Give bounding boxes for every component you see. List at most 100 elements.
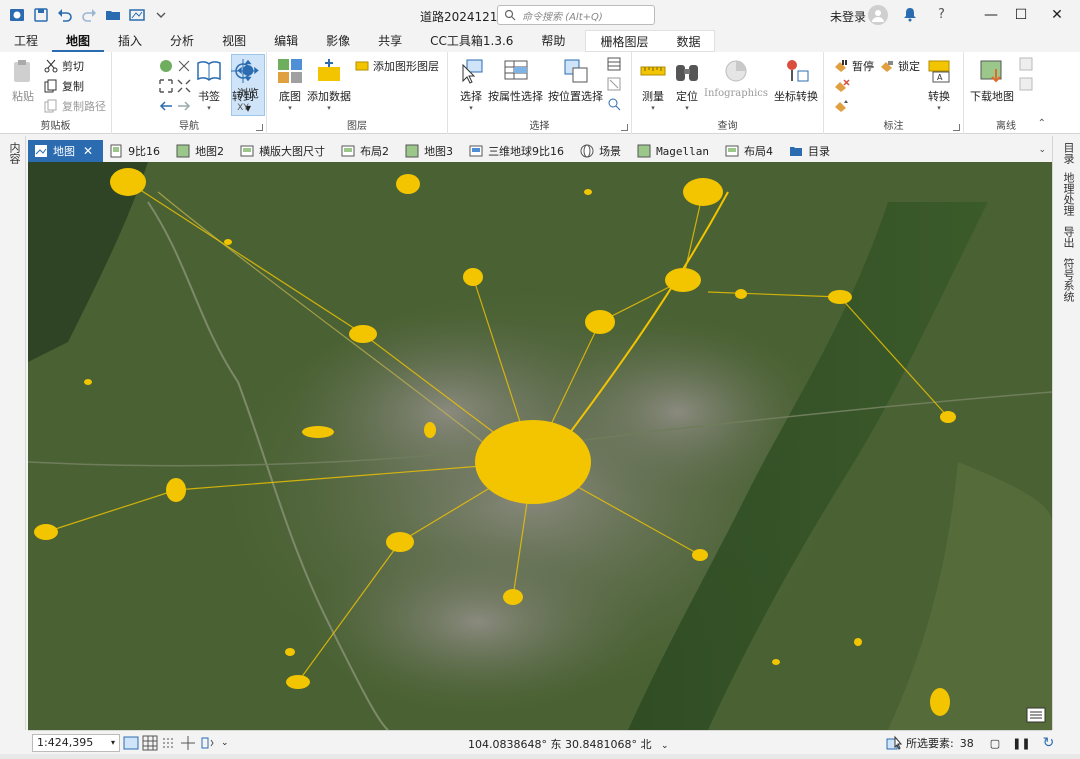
fixed-zoom-in-icon[interactable] (176, 58, 192, 74)
add-data-button[interactable]: 添加数据 ▾ (307, 56, 351, 112)
save-icon[interactable] (30, 4, 52, 26)
tab-imagery[interactable]: 影像 (312, 30, 364, 52)
unplaced-labels-icon[interactable] (834, 78, 850, 94)
pause-labeling-button[interactable]: 暂停 (834, 58, 874, 74)
doc-tab-scene[interactable]: 场景 (574, 140, 631, 162)
undo-icon[interactable] (54, 4, 76, 26)
goto-xy-button[interactable]: 转到 XY (228, 56, 258, 113)
add-graphics-layer-button[interactable]: 添加图形图层 (355, 58, 439, 74)
select-by-location-button[interactable]: 按位置选择 (548, 56, 603, 104)
sign-in-link[interactable]: 未登录 (830, 8, 866, 25)
navigate-launcher[interactable] (256, 124, 263, 131)
convert-labels-button[interactable]: A 转换 ▾ (924, 56, 954, 112)
labeling-launcher[interactable] (953, 124, 960, 131)
collapse-ribbon-icon[interactable]: ⌃ (1038, 118, 1046, 129)
contents-pane-tab[interactable]: 内容 (6, 142, 22, 164)
tab-help[interactable]: 帮助 (527, 30, 579, 52)
layout-icon (110, 144, 122, 158)
tab-raster-layer[interactable]: 栅格图层 (586, 31, 662, 53)
select-button[interactable]: 选择 ▾ (456, 56, 486, 112)
crosshair-status-icon[interactable] (180, 735, 196, 751)
rotation-icon[interactable] (199, 735, 215, 751)
zoom-to-selection-icon[interactable] (158, 78, 174, 94)
refresh-status-icon[interactable]: ▢ (990, 737, 1000, 750)
group-label-labeling: 标注 (883, 121, 904, 132)
doc-tab-map3[interactable]: 地图3 (399, 140, 463, 162)
selection-launcher[interactable] (621, 124, 628, 131)
full-extent-icon[interactable] (158, 58, 174, 74)
copy-path-button[interactable]: 复制路径 (44, 98, 106, 114)
coordinate-conversion-button[interactable]: 坐标转换 (774, 56, 818, 104)
tab-share[interactable]: 共享 (364, 30, 416, 52)
cut-button[interactable]: 剪切 (44, 58, 84, 74)
doc-tab-3d-globe[interactable]: 三维地球9比16 (463, 140, 574, 162)
map-view-icon[interactable] (126, 4, 148, 26)
window-title: 道路20241219 (420, 10, 506, 24)
scale-selector[interactable]: 1:424,395 ▾ (32, 733, 120, 752)
open-folder-icon[interactable] (102, 4, 124, 26)
doc-tab-9x16[interactable]: 9比16 (103, 140, 170, 162)
customize-qat-icon[interactable] (150, 4, 172, 26)
tab-data[interactable]: 数据 (662, 31, 714, 53)
infographics-button[interactable]: Infographics (704, 56, 768, 99)
ribbon: 粘贴 剪切 复制 复制路径 剪贴板 浏览 ▾ 书签 ▾ 转到 XY 导航 底图 … (0, 52, 1080, 134)
catalog-pane-tab[interactable]: 目录 (1060, 142, 1076, 164)
basemap-button[interactable]: 底图 ▾ (275, 56, 305, 112)
copy-button[interactable]: 复制 (44, 78, 84, 94)
sync-icon[interactable] (1018, 56, 1034, 72)
paste-button[interactable]: 粘贴 (8, 56, 38, 104)
map-units-icon[interactable] (123, 735, 139, 751)
coordinate-format-dropdown-icon[interactable]: ⌄ (661, 741, 669, 751)
binoculars-icon (676, 65, 698, 81)
doc-tab-layout2[interactable]: 布局2 (335, 140, 399, 162)
app-icon (6, 4, 28, 26)
measure-button[interactable]: 测量 ▾ (638, 56, 668, 112)
help-button[interactable]: ? (938, 7, 945, 22)
geoprocessing-pane-tab[interactable]: 地理处理 (1060, 172, 1076, 216)
refresh-map-icon[interactable]: ↻ (1043, 735, 1055, 751)
lock-labeling-button[interactable]: 锁定 (880, 58, 920, 74)
map-dock-icon[interactable] (1026, 706, 1046, 724)
remove-offline-icon[interactable] (1018, 76, 1034, 92)
export-pane-tab[interactable]: 导出 (1060, 226, 1076, 248)
doc-tab-landscape-size[interactable]: 横版大图尺寸 (234, 140, 335, 162)
attributes-icon[interactable] (606, 56, 622, 72)
tab-insert[interactable]: 插入 (104, 30, 156, 52)
zoom-to-selected-icon[interactable] (606, 96, 622, 112)
pause-drawing-icon[interactable]: ❚❚ (1012, 737, 1030, 750)
tab-edit[interactable]: 编辑 (260, 30, 312, 52)
snapping-icon[interactable] (161, 735, 177, 751)
command-search-input[interactable]: 命令搜索 (Alt+Q) (497, 5, 655, 25)
clear-selection-icon[interactable] (606, 76, 622, 92)
next-extent-icon[interactable] (176, 98, 192, 114)
fixed-zoom-out-icon[interactable] (176, 78, 192, 94)
status-dropdown-icon[interactable]: ⌄ (221, 738, 229, 748)
right-dock: 目录 地理处理 导出 符号系统 (1052, 136, 1080, 730)
doc-tab-map[interactable]: 地图 ✕ (28, 140, 104, 162)
close-tab-icon[interactable]: ✕ (83, 144, 93, 158)
download-map-button[interactable]: 下载地图 (970, 56, 1014, 104)
tab-view[interactable]: 视图 (208, 30, 260, 52)
close-window-button[interactable]: ✕ (1034, 0, 1080, 30)
select-by-attributes-button[interactable]: 按属性选择 (488, 56, 543, 104)
tab-map[interactable]: 地图 (52, 30, 105, 52)
tab-project[interactable]: 工程 (0, 30, 52, 52)
tab-analysis[interactable]: 分析 (156, 30, 208, 52)
tab-list-dropdown-icon[interactable]: ⌄ (1038, 145, 1046, 155)
doc-tab-magellan[interactable]: Magellan (631, 140, 719, 162)
user-avatar[interactable] (868, 5, 888, 25)
previous-extent-icon[interactable] (158, 98, 174, 114)
notification-bell-icon[interactable] (902, 6, 918, 22)
doc-tab-map2[interactable]: 地图2 (170, 140, 234, 162)
doc-tab-catalog[interactable]: 目录 (783, 140, 840, 162)
symbology-pane-tab[interactable]: 符号系统 (1060, 258, 1076, 302)
bookmarks-button[interactable]: 书签 ▾ (194, 56, 224, 112)
map-view[interactable] (28, 162, 1052, 730)
layout-icon (725, 145, 739, 157)
doc-tab-layout4[interactable]: 布局4 (719, 140, 783, 162)
tab-cc-toolbox[interactable]: CC工具箱1.3.6 (416, 30, 527, 52)
redo-icon[interactable] (78, 4, 100, 26)
grid-icon[interactable] (142, 735, 158, 751)
locate-button[interactable]: 定位 ▾ (672, 56, 702, 112)
label-class-icon[interactable] (834, 98, 850, 114)
